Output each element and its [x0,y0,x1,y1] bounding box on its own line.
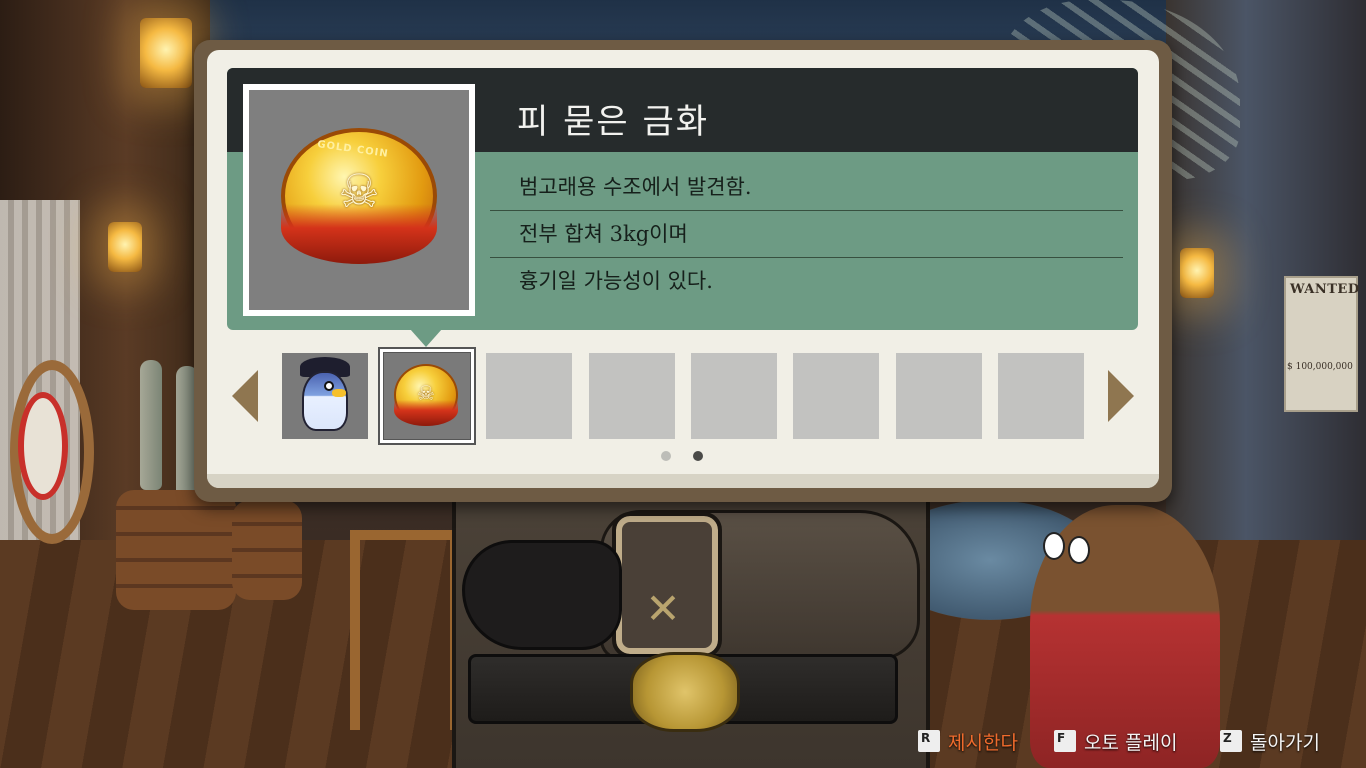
chair [350,530,460,730]
item-description-line-2: 전부 합쳐 3kg이며 [490,211,1123,258]
page-indicator-dot-1[interactable] [661,451,671,461]
wanted-poster-bounty: $ 100,000,000 [1287,362,1353,372]
lantern [140,18,192,88]
wanted-poster-title: WANTED [1290,282,1360,297]
page-indicator-dot-2-active[interactable] [693,451,703,461]
belt-buckle [630,652,740,732]
inventory-slot-4[interactable] [589,353,675,439]
inventory-slot-3[interactable] [486,353,572,439]
barrel [116,490,236,610]
inventory-slot-5[interactable] [691,353,777,439]
wall-lamp [108,222,142,272]
gold-coin-icon: ☠ [394,364,458,426]
present-button[interactable]: R 제시한다 [918,728,1018,754]
wall-lamp [1180,248,1214,298]
cross-emblem-icon: ✕ [645,584,681,633]
barrel [232,500,302,600]
penguin-body [302,371,348,431]
inventory-slot-8[interactable] [998,353,1084,439]
bottle [140,360,162,490]
item-title: 피 묻은 금화 [517,102,710,142]
inventory-slot-1[interactable] [282,353,368,439]
inventory-slot-6[interactable] [793,353,879,439]
auto-play-label: 오토 플레이 [1084,731,1178,754]
back-button[interactable]: Z 돌아가기 [1220,728,1320,754]
walrus-eye [1043,532,1065,560]
item-portrait: GOLD COIN ☠ [249,90,469,310]
panel-bottom-shade [207,474,1159,488]
key-f-icon: F [1054,730,1076,752]
item-description-line-3: 흉기일 가능성이 있다. [519,269,713,293]
inventory-slot-7[interactable] [896,353,982,439]
no-entry-sign [18,392,68,500]
key-r-icon: R [918,730,940,752]
item-description-line-1: 범고래용 수조에서 발견함. [490,164,1123,211]
auto-play-button[interactable]: F 오토 플레이 [1054,728,1177,754]
selection-pointer [410,329,442,347]
arrow-left-icon[interactable] [232,370,258,422]
arrow-right-icon[interactable] [1108,370,1134,422]
pirate-penguin-icon [294,357,356,435]
character-glove [462,540,622,650]
walrus-eye [1068,536,1090,564]
present-label: 제시한다 [948,731,1018,754]
item-portrait-frame: GOLD COIN ☠ [243,84,475,316]
coin-rim-text: GOLD COIN [316,139,390,160]
key-z-icon: Z [1220,730,1242,752]
back-label: 돌아가기 [1250,731,1320,754]
penguin-beak [332,389,346,397]
skull-icon: ☠ [417,380,435,405]
gold-coin-icon: GOLD COIN ☠ [281,128,437,264]
skull-icon: ☠ [338,163,380,218]
inventory-slot-2[interactable]: ☠ [380,349,474,443]
